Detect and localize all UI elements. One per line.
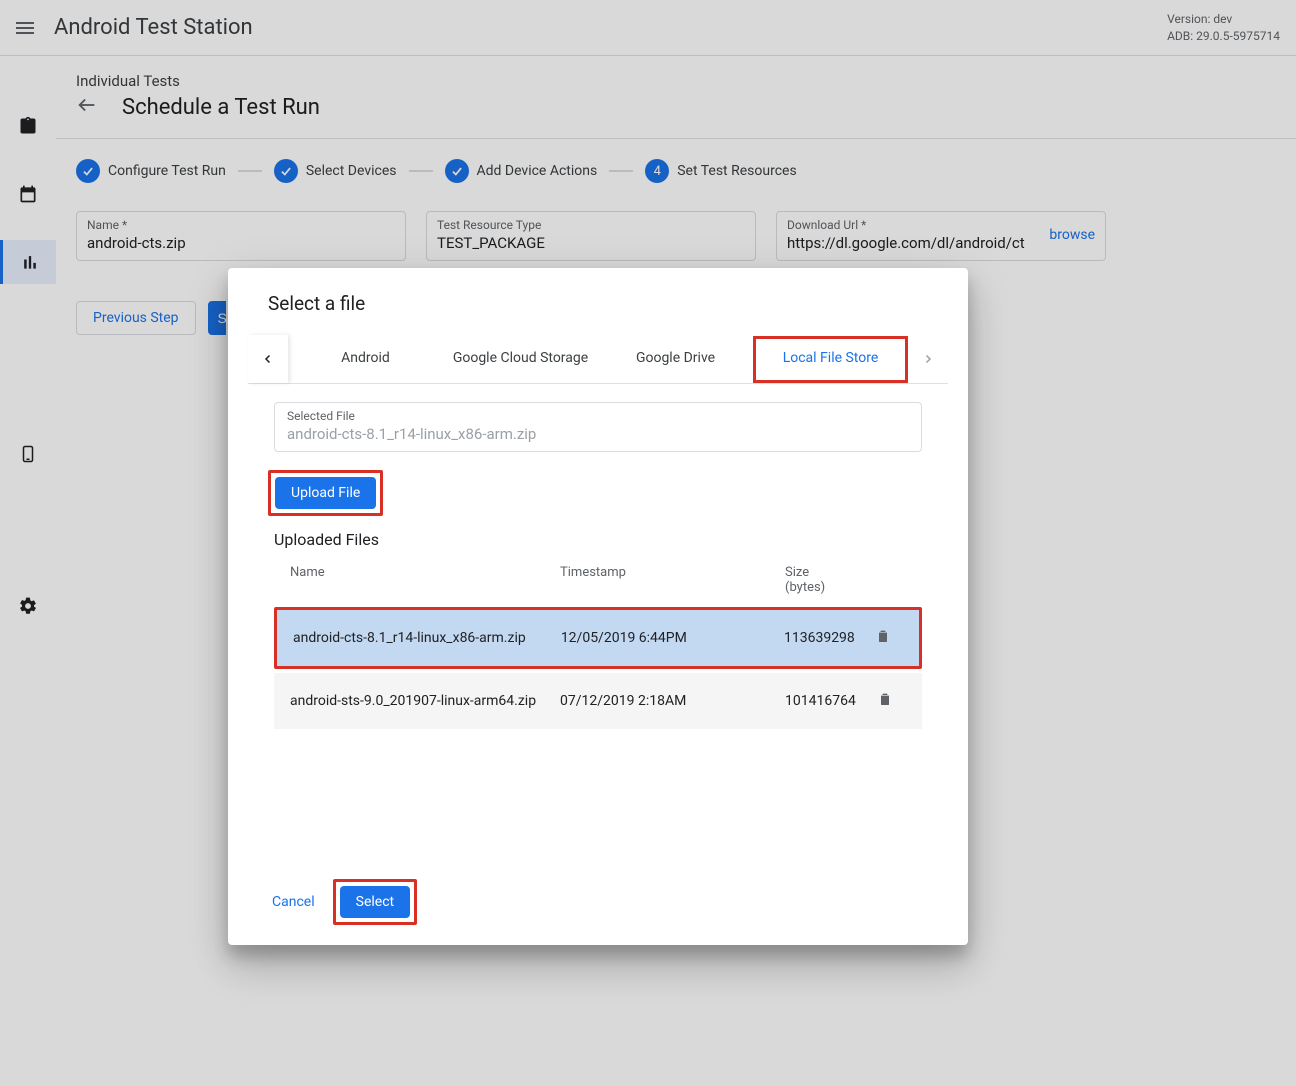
- upload-file-button[interactable]: Upload File: [275, 477, 376, 509]
- table-row[interactable]: android-cts-8.1_r14-linux_x86-arm.zip 12…: [277, 610, 919, 666]
- selected-file-field[interactable]: Selected File: [274, 402, 922, 452]
- file-size: 113639298: [784, 630, 863, 646]
- file-timestamp: 12/05/2019 6:44PM: [561, 630, 784, 646]
- tab-gcs[interactable]: Google Cloud Storage: [443, 336, 598, 382]
- delete-icon[interactable]: [865, 691, 905, 711]
- file-name: android-cts-8.1_r14-linux_x86-arm.zip: [293, 630, 561, 646]
- table-header: Name Timestamp Size (bytes): [274, 557, 922, 603]
- file-name: android-sts-9.0_201907-linux-arm64.zip: [290, 693, 560, 709]
- uploaded-files-heading: Uploaded Files: [274, 530, 968, 549]
- dialog-title: Select a file: [228, 292, 968, 323]
- tab-scroll-left-icon[interactable]: [248, 335, 288, 383]
- file-size: 101416764: [785, 693, 865, 709]
- file-timestamp: 07/12/2019 2:18AM: [560, 693, 785, 709]
- table-row[interactable]: android-sts-9.0_201907-linux-arm64.zip 0…: [274, 673, 922, 729]
- tab-local-file-store[interactable]: Local File Store: [753, 336, 908, 383]
- tab-android[interactable]: Android: [288, 336, 443, 382]
- cancel-button[interactable]: Cancel: [264, 886, 323, 918]
- select-button[interactable]: Select: [340, 886, 410, 918]
- delete-icon[interactable]: [863, 628, 903, 648]
- selected-file-input[interactable]: [287, 425, 909, 443]
- file-table: Name Timestamp Size (bytes) android-cts-…: [274, 557, 922, 729]
- tab-scroll-right-icon[interactable]: [908, 335, 948, 383]
- tab-drive[interactable]: Google Drive: [598, 336, 753, 382]
- select-file-dialog: Select a file Android Google Cloud Stora…: [228, 268, 968, 945]
- tab-row: Android Google Cloud Storage Google Driv…: [248, 335, 948, 384]
